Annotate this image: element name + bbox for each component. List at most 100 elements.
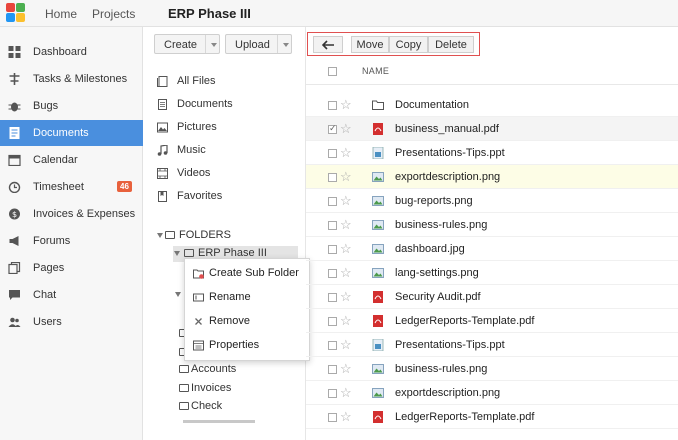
folder-check[interactable]: Check [179,399,289,415]
music-icon [157,145,168,156]
folder-icon [179,365,189,373]
file-list-pane: Move Copy Delete NAME ☆ Documentation ☆ bus… [306,27,678,440]
file-select-checkbox[interactable] [328,101,337,110]
star-icon[interactable]: ☆ [340,337,352,353]
dashboard-icon [8,46,21,58]
file-row[interactable]: ☆ business-rules.png [306,357,678,381]
truncated-folder-label [183,420,255,423]
star-icon[interactable]: ☆ [340,193,352,209]
sidebar-item-invoices[interactable]: $ Invoices & Expenses [0,201,143,227]
file-row[interactable]: ☆ lang-settings.png [306,261,678,285]
folder-accounts[interactable]: Accounts [179,362,289,378]
sidebar-item-timesheet[interactable]: Timesheet 46 [0,174,143,200]
file-name[interactable]: LedgerReports-Template.pdf [395,315,534,327]
file-row[interactable]: ☆ Presentations-Tips.ppt [306,333,678,357]
file-row[interactable]: ☆ LedgerReports-Template.pdf [306,309,678,333]
properties-menu-item[interactable]: Properties [185,334,309,357]
file-select-checkbox[interactable] [328,245,337,254]
file-select-checkbox[interactable] [328,317,337,326]
file-select-checkbox[interactable] [328,269,337,278]
file-name[interactable]: Security Audit.pdf [395,291,481,303]
sidebar-item-bugs[interactable]: Bugs [0,93,143,119]
file-select-checkbox[interactable] [328,389,337,398]
star-icon[interactable]: ☆ [340,241,352,257]
file-select-checkbox[interactable] [328,173,337,182]
star-icon[interactable]: ☆ [340,121,352,137]
sidebar-item-users[interactable]: Users [0,309,143,335]
file-name[interactable]: business-rules.png [395,219,487,231]
file-select-checkbox[interactable] [328,293,337,302]
file-row[interactable]: ☆ exportdescription.png [306,165,678,189]
file-row[interactable]: ☆ bug-reports.png [306,189,678,213]
file-row[interactable]: ☆ dashboard.jpg [306,237,678,261]
star-icon[interactable]: ☆ [340,289,352,305]
file-name[interactable]: dashboard.jpg [395,243,465,255]
file-row[interactable]: ☆ Security Audit.pdf [306,285,678,309]
sidebar-item-calendar[interactable]: Calendar [0,147,143,173]
file-name[interactable]: business-rules.png [395,363,487,375]
nav-home-link[interactable]: Home [45,7,77,21]
file-select-checkbox[interactable] [328,149,337,158]
upload-button[interactable]: Upload [225,34,292,54]
nav-projects-link[interactable]: Projects [92,7,135,21]
star-icon[interactable]: ☆ [340,409,352,425]
file-name[interactable]: business_manual.pdf [395,123,499,135]
folder-icon [184,249,194,257]
star-icon[interactable]: ☆ [340,385,352,401]
create-sub-folder-menu-item[interactable]: Create Sub Folder [185,262,309,285]
timesheet-count-badge: 46 [117,181,132,192]
sidebar-item-label: Timesheet [33,181,84,193]
move-button[interactable]: Move [351,36,389,53]
file-select-checkbox[interactable] [328,197,337,206]
file-row[interactable]: ☆ Documentation [306,93,678,117]
create-button[interactable]: Create [154,34,220,54]
file-select-checkbox[interactable] [328,123,337,134]
properties-icon [193,340,204,351]
star-icon[interactable]: ☆ [340,265,352,281]
chat-icon [9,290,20,300]
file-select-checkbox[interactable] [328,413,337,422]
sidebar-item-tasks[interactable]: Tasks & Milestones [0,66,143,92]
file-select-checkbox[interactable] [328,341,337,350]
star-icon[interactable]: ☆ [340,169,352,185]
star-icon[interactable]: ☆ [340,145,352,161]
sidebar-item-forums[interactable]: Forums [0,228,143,254]
sidebar-item-documents[interactable]: Documents [0,120,143,146]
file-name[interactable]: lang-settings.png [395,267,479,279]
file-row[interactable]: ☆ LedgerReports-Template.pdf [306,405,678,429]
rename-menu-item[interactable]: Rename [185,286,309,309]
file-name[interactable]: bug-reports.png [395,195,473,207]
back-button[interactable] [313,36,343,53]
file-select-checkbox[interactable] [328,221,337,230]
star-icon[interactable]: ☆ [340,361,352,377]
file-select-checkbox[interactable] [328,365,337,374]
select-all-checkbox[interactable] [328,67,337,76]
file-name[interactable]: exportdescription.png [395,387,500,399]
file-name[interactable]: Presentations-Tips.ppt [395,147,505,159]
copy-button[interactable]: Copy [389,36,428,53]
file-row[interactable]: ☆ Presentations-Tips.ppt [306,141,678,165]
delete-button[interactable]: Delete [428,36,474,53]
star-icon[interactable]: ☆ [340,313,352,329]
file-name[interactable]: Documentation [395,99,469,111]
file-name[interactable]: Presentations-Tips.ppt [395,339,505,351]
video-icon [157,168,168,179]
folders-section-toggle[interactable]: FOLDERS [157,228,297,244]
remove-menu-item[interactable]: Remove [185,310,309,333]
file-row[interactable]: ☆ business_manual.pdf [306,117,678,141]
caret-down-icon[interactable] [175,292,181,297]
file-name[interactable]: LedgerReports-Template.pdf [395,411,534,423]
sidebar-item-chat[interactable]: Chat [0,282,143,308]
sidebar-item-pages[interactable]: Pages [0,255,143,281]
folder-invoices[interactable]: Invoices [179,381,289,397]
file-row[interactable]: ☆ exportdescription.png [306,381,678,405]
sidebar-item-dashboard[interactable]: Dashboard [0,39,143,65]
sidebar-item-label: Chat [33,289,57,301]
star-icon[interactable]: ☆ [340,217,352,233]
app-logo-icon[interactable] [6,3,28,23]
file-name[interactable]: exportdescription.png [395,171,500,183]
star-icon[interactable]: ☆ [340,97,352,113]
file-row[interactable]: ☆ business-rules.png [306,213,678,237]
folder-icon [179,384,189,392]
name-column-header[interactable]: NAME [362,66,389,76]
